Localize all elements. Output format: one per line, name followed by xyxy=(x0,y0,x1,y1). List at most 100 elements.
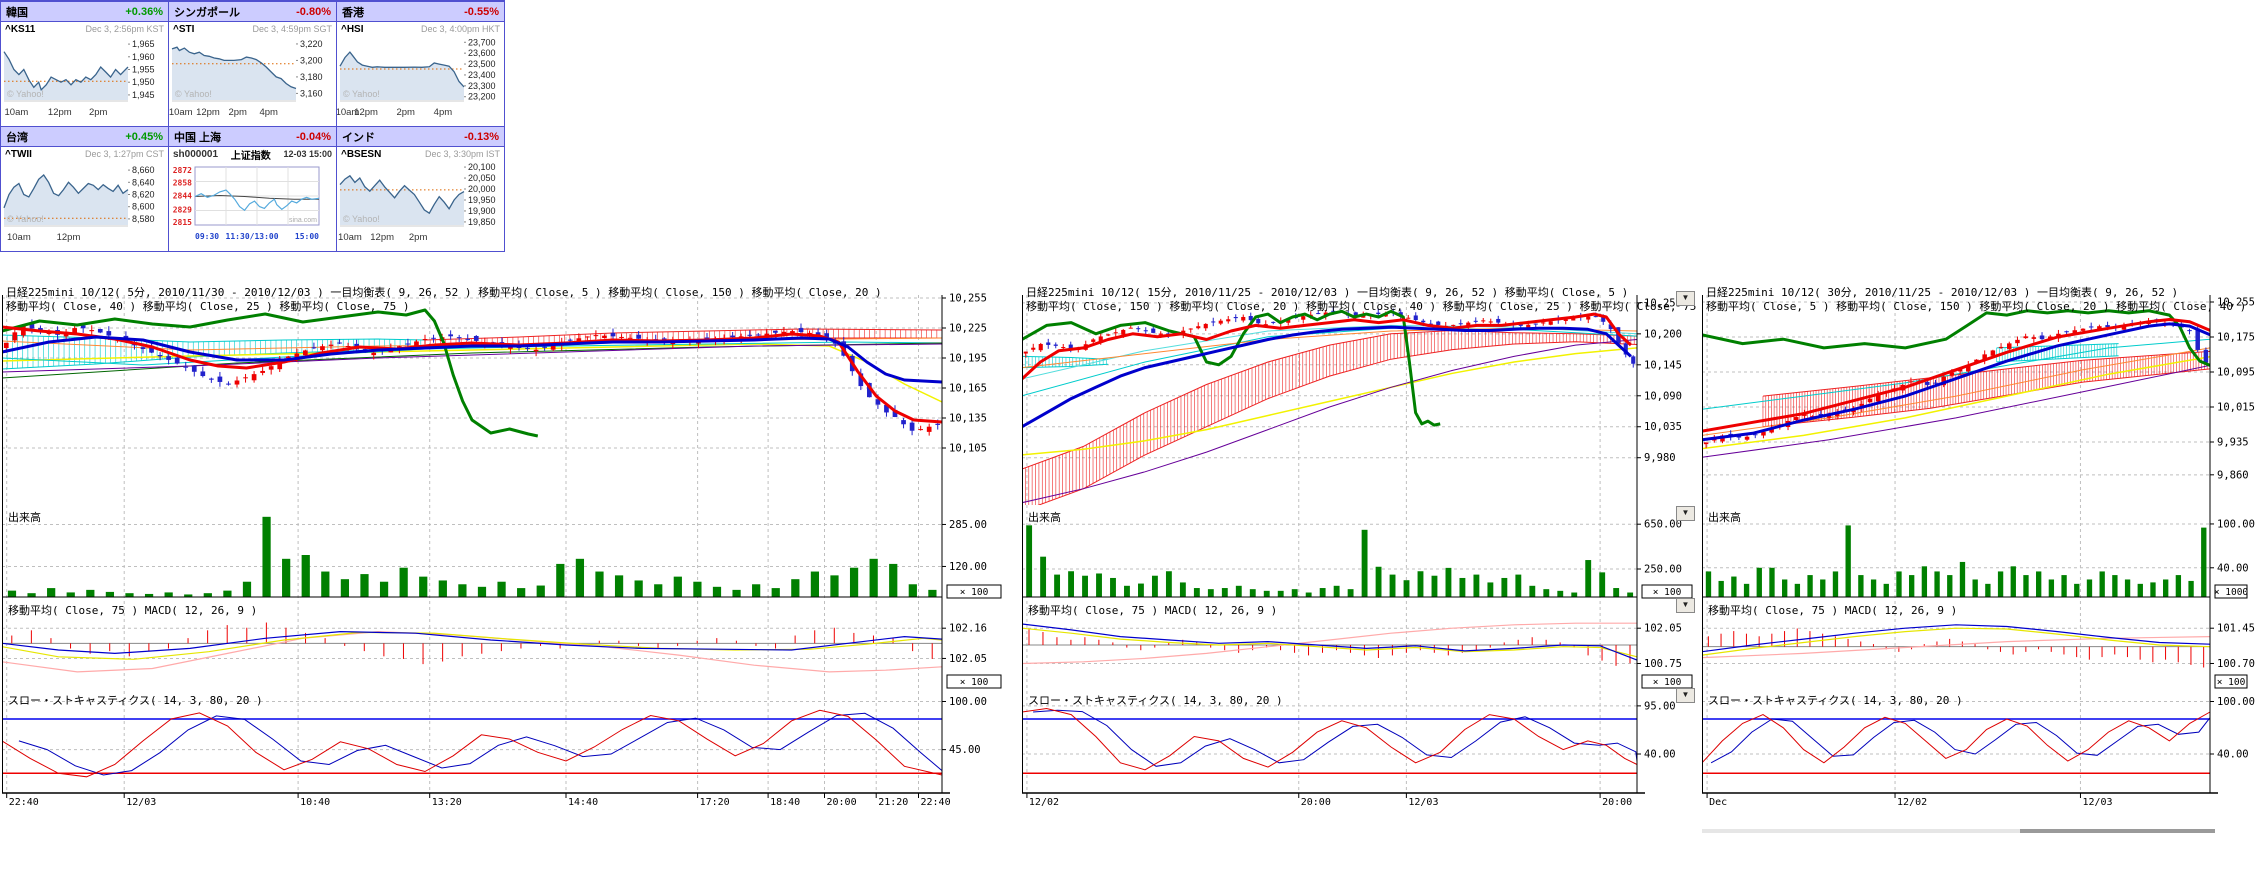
market-panel-header: 台湾+0.45% xyxy=(1,127,168,147)
svg-text:23,700: 23,700 xyxy=(468,37,496,47)
svg-text:95.00: 95.00 xyxy=(1644,700,1676,712)
market-change-percent: -0.04% xyxy=(296,131,331,143)
svg-text:© Yahoo!: © Yahoo! xyxy=(343,89,380,99)
chart-canvas[interactable]: 10,25510,17510,09510,0159,9359,860100.00… xyxy=(1702,283,2256,818)
svg-text:23,400: 23,400 xyxy=(468,70,496,80)
market-change-percent: -0.13% xyxy=(464,131,499,143)
svg-text:© Yahoo!: © Yahoo! xyxy=(7,214,44,224)
svg-text:© Yahoo!: © Yahoo! xyxy=(343,214,380,224)
macd-section xyxy=(2,623,942,672)
price-section xyxy=(1022,308,1637,512)
svg-text:12/03: 12/03 xyxy=(1408,797,1438,808)
macd-section-label: 移動平均( Close, 75 ) MACD( 12, 26, 9 ) xyxy=(1708,602,1957,618)
svg-text:10,200: 10,200 xyxy=(1644,328,1682,340)
svg-text:09:30: 09:30 xyxy=(195,232,219,241)
sparkline-chart: 20,10020,05020,00019,95019,90019,85010am… xyxy=(337,161,505,251)
svg-text:102.16: 102.16 xyxy=(949,623,987,635)
svg-text:4pm: 4pm xyxy=(259,107,278,118)
market-panel-subheader: sh000001上证指数12-03 15:00 xyxy=(169,147,336,161)
svg-text:4pm: 4pm xyxy=(434,107,453,118)
market-name: 香港 xyxy=(342,4,364,20)
market-panel-shanghai[interactable]: 中国 上海-0.04% sh000001上证指数12-03 15:00 2872… xyxy=(169,127,337,252)
svg-text:2858: 2858 xyxy=(173,179,192,188)
svg-text:100.75: 100.75 xyxy=(1644,658,1682,670)
volume-section-label: 出来高 xyxy=(8,509,41,525)
svg-text:3,220: 3,220 xyxy=(300,39,323,49)
chart-panel-nikkei225mini-30min: 日経225mini 10/12( 30分, 2010/11/25 - 2010/… xyxy=(1702,283,2256,818)
svg-text:12pm: 12pm xyxy=(48,107,72,118)
stochastics-section-label: スロー・ストキャスティクス( 14, 3, 80, 20 ) xyxy=(1708,692,1963,708)
market-panel-korea[interactable]: 韓国+0.36% ^KS11Dec 3, 2:56pm KST 1,9651,9… xyxy=(1,2,169,127)
volume-bars xyxy=(8,517,937,597)
chart-canvas[interactable]: 10,25510,22510,19510,16510,13510,105285.… xyxy=(2,283,1012,818)
svg-text:23,500: 23,500 xyxy=(468,59,496,69)
svg-text:20:00: 20:00 xyxy=(1602,797,1632,808)
svg-text:11:30/13:00: 11:30/13:00 xyxy=(226,232,279,241)
market-panel-india[interactable]: インド-0.13% ^BSESNDec 3, 3:30pm IST 20,100… xyxy=(337,127,505,252)
market-name: 韓国 xyxy=(6,4,28,20)
svg-text:40.00: 40.00 xyxy=(2217,749,2249,761)
svg-text:2872: 2872 xyxy=(173,166,192,175)
stochastics-section xyxy=(2,710,942,777)
market-panel-singapore[interactable]: シンガポール-0.80% ^STIDec 3, 4:59pm SGT 3,220… xyxy=(169,2,337,127)
svg-text:10am: 10am xyxy=(5,107,29,118)
market-panel-subheader: ^TWII Dec 3, 1:27pm CST xyxy=(1,147,168,161)
svg-text:2pm: 2pm xyxy=(396,107,415,118)
svg-text:21:20: 21:20 xyxy=(878,797,908,808)
svg-text:1,965: 1,965 xyxy=(132,39,155,49)
svg-text:13:20: 13:20 xyxy=(432,797,462,808)
svg-text:100.70: 100.70 xyxy=(2217,658,2255,670)
svg-text:23,200: 23,200 xyxy=(468,92,496,102)
market-timestamp: Dec 3, 4:00pm HKT xyxy=(421,24,500,34)
market-symbol: ^HSI xyxy=(341,24,364,35)
svg-text:10,225: 10,225 xyxy=(949,323,987,335)
horizontal-scrollbar[interactable] xyxy=(1702,829,2215,833)
svg-text:12pm: 12pm xyxy=(196,107,220,118)
chevron-down-icon[interactable]: ▼ xyxy=(1676,598,1695,613)
market-panel-hongkong[interactable]: 香港-0.55% ^HSIDec 3, 4:00pm HKT 23,70023,… xyxy=(337,2,505,127)
svg-text:3,180: 3,180 xyxy=(300,72,323,82)
svg-text:1,960: 1,960 xyxy=(132,52,155,62)
svg-text:40.00: 40.00 xyxy=(1644,749,1676,761)
sparkline-chart: 28722858284428292815sina.com09:3011:30/1… xyxy=(169,161,337,251)
market-change-percent: +0.36% xyxy=(125,6,163,18)
svg-text:10am: 10am xyxy=(169,107,193,118)
chevron-down-icon[interactable]: ▼ xyxy=(1676,291,1695,306)
svg-text:10,175: 10,175 xyxy=(2217,332,2255,344)
svg-text:102.05: 102.05 xyxy=(949,653,987,665)
sparkline-chart: 23,70023,60023,50023,40023,30023,20010am… xyxy=(337,36,505,126)
svg-text:1,945: 1,945 xyxy=(132,90,155,100)
market-symbol: ^STI xyxy=(173,24,194,35)
scrollbar-thumb[interactable] xyxy=(2020,829,2215,833)
svg-text:19,900: 19,900 xyxy=(468,206,496,216)
market-panel-taiwan[interactable]: 台湾+0.45% ^TWIIDec 3, 1:27pm CST 8,6608,6… xyxy=(1,127,169,252)
market-panel-header: シンガポール-0.80% xyxy=(169,2,336,22)
svg-text:9,935: 9,935 xyxy=(2217,437,2249,449)
svg-text:22:40: 22:40 xyxy=(9,797,39,808)
svg-text:8,600: 8,600 xyxy=(132,202,155,212)
market-symbol: ^TWII xyxy=(5,149,32,160)
market-change-percent: -0.55% xyxy=(464,6,499,18)
volume-section-label: 出来高 xyxy=(1708,509,1741,525)
svg-text:10am: 10am xyxy=(338,232,362,243)
volume-bars xyxy=(1706,525,2207,597)
chevron-down-icon[interactable]: ▼ xyxy=(1676,688,1695,703)
svg-text:10,195: 10,195 xyxy=(949,353,987,365)
chevron-down-icon[interactable]: ▼ xyxy=(1676,506,1695,521)
chart-indicator-list: 移動平均( Close, 5 ) 移動平均( Close, 150 ) 移動平均… xyxy=(1706,298,2254,314)
chart-canvas[interactable]: 10,25510,20010,14510,09010,0359,980650.0… xyxy=(1022,283,1701,818)
market-timestamp: Dec 3, 1:27pm CST xyxy=(85,149,164,159)
market-name: シンガポール xyxy=(174,4,240,20)
svg-text:3,200: 3,200 xyxy=(300,55,323,65)
svg-text:1,955: 1,955 xyxy=(132,65,155,75)
svg-text:12pm: 12pm xyxy=(354,107,378,118)
svg-text:12/03: 12/03 xyxy=(2082,797,2112,808)
svg-text:19,850: 19,850 xyxy=(468,217,496,227)
svg-text:23,600: 23,600 xyxy=(468,48,496,58)
market-name: 台湾 xyxy=(6,129,28,145)
stochastics-section xyxy=(1022,709,1637,774)
volume-section-label: 出来高 xyxy=(1028,509,1061,525)
svg-text:Dec: Dec xyxy=(1709,797,1727,808)
svg-text:× 100: × 100 xyxy=(2217,677,2246,688)
svg-text:2829: 2829 xyxy=(173,205,192,214)
